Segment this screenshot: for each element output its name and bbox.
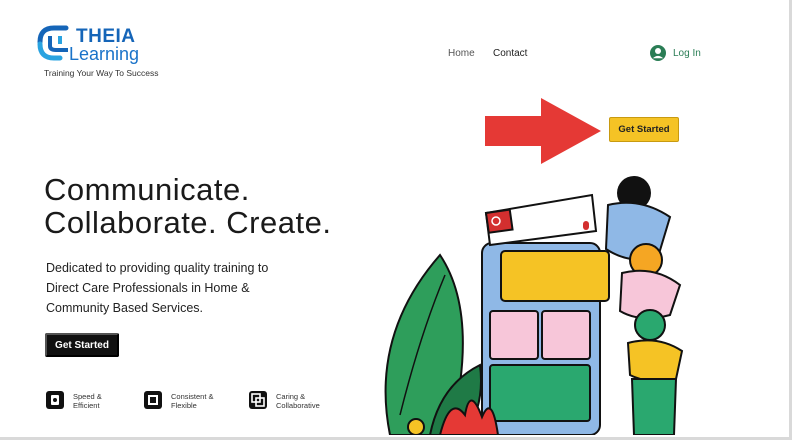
header-get-started-button[interactable]: Get Started — [609, 117, 679, 142]
hero-get-started-button[interactable]: Get Started — [45, 333, 119, 357]
nav-contact-link[interactable]: Contact — [493, 48, 527, 59]
hero-headline-line2: Collaborate. Create. — [44, 205, 332, 240]
feature-consistent: Consistent & Flexible — [143, 390, 227, 410]
feature-caring: Caring & Collaborative — [248, 390, 332, 410]
badge-icon — [46, 391, 64, 409]
red-arrow-icon — [485, 98, 601, 164]
page: THEIA Learning Training Your Way To Succ… — [0, 0, 792, 440]
feature-label: Speed & Efficient — [73, 392, 102, 410]
hero-headline: Communicate. Collaborate. Create. — [44, 173, 331, 239]
login-button[interactable]: Log In — [650, 45, 701, 61]
hero-headline-line1: Communicate. — [44, 172, 250, 207]
brand-name-line2: Learning — [69, 44, 140, 64]
square-frame-icon — [144, 391, 162, 409]
user-avatar-icon — [650, 45, 666, 61]
hero-description: Dedicated to providing quality training … — [46, 261, 269, 315]
brand-logo[interactable]: THEIA Learning Training Your Way To Succ… — [36, 24, 196, 84]
feature-speed: Speed & Efficient — [45, 390, 129, 410]
nav-home-link[interactable]: Home — [448, 48, 475, 59]
feature-label: Caring & Collaborative — [276, 392, 320, 410]
login-label: Log In — [673, 47, 701, 59]
brand-tagline: Training Your Way To Success — [44, 68, 159, 78]
overlap-squares-icon — [249, 391, 267, 409]
feature-label: Consistent & Flexible — [171, 392, 214, 410]
people-with-phone-illustration — [384, 176, 684, 435]
